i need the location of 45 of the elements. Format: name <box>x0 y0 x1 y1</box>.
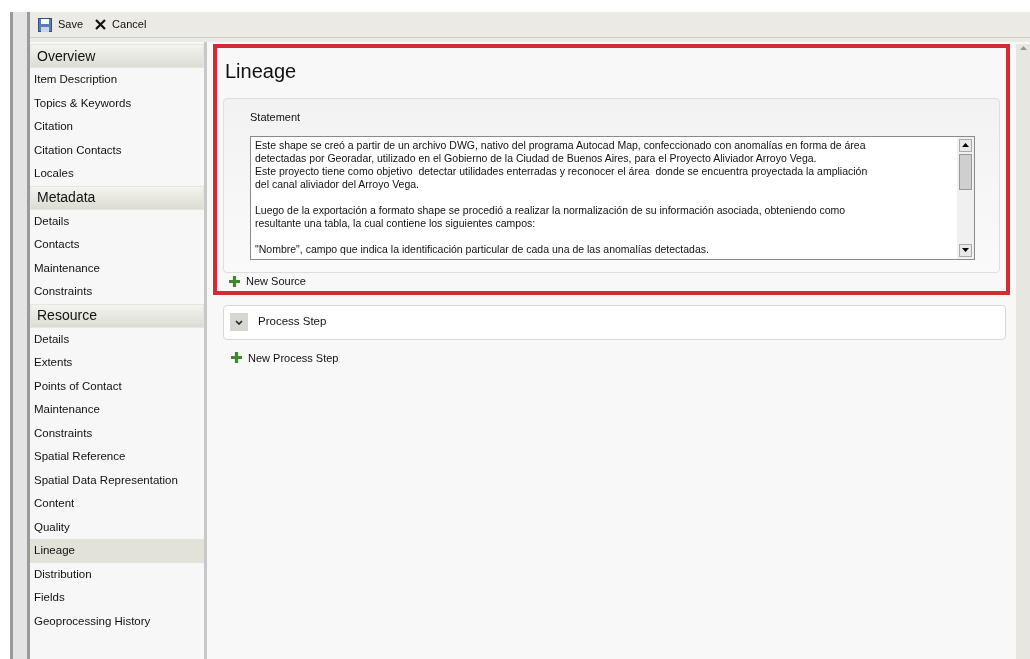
statement-field[interactable] <box>250 135 975 260</box>
sidebar-item[interactable]: Constraints <box>30 421 204 445</box>
statement-label: Statement <box>250 110 302 125</box>
sidebar-item[interactable]: Spatial Reference <box>30 445 204 469</box>
sidebar-item[interactable]: Item Description <box>30 68 204 92</box>
sidebar-item[interactable]: Locales <box>30 162 204 186</box>
sidebar-item[interactable]: Citation Contacts <box>30 138 204 162</box>
scroll-thumb[interactable] <box>959 153 972 190</box>
sidebar-item[interactable]: Points of Contact <box>30 374 204 398</box>
process-step-panel[interactable]: Process Step <box>223 304 1006 340</box>
page-title: Lineage <box>224 59 298 84</box>
section-header: Overview <box>30 44 204 68</box>
section-header: Metadata <box>30 185 204 210</box>
sidebar-item[interactable]: Details <box>30 209 204 233</box>
sidebar-item[interactable]: Content <box>30 492 204 516</box>
sidebar-item[interactable]: Contacts <box>30 233 204 257</box>
sidebar-item[interactable]: Maintenance <box>30 256 204 280</box>
sidebar-item[interactable]: Citation <box>30 115 204 139</box>
sidebar-item[interactable]: Geoprocessing History <box>30 609 204 633</box>
scrollbar[interactable] <box>957 136 974 259</box>
save-button[interactable]: Save <box>38 16 84 33</box>
sidebar-item[interactable]: Constraints <box>30 280 204 304</box>
process-step-title: Process Step <box>258 314 327 330</box>
sidebar-item[interactable]: Quality <box>30 515 204 539</box>
sidebar-item[interactable]: Fields <box>30 586 204 610</box>
sidebar-item[interactable]: Details <box>30 327 204 351</box>
cancel-button[interactable]: Cancel <box>95 16 147 33</box>
sidebar-item[interactable]: Spatial Data Representation <box>30 468 204 492</box>
new-process-step-link[interactable]: New Process Step <box>231 349 339 366</box>
section-header: Resource <box>30 303 204 328</box>
down-arrow-icon[interactable] <box>962 248 969 252</box>
plus-icon <box>229 276 240 287</box>
close-icon <box>95 19 107 30</box>
new-source-link[interactable]: New Source <box>223 272 306 291</box>
plus-icon <box>231 352 242 364</box>
sidebar-item[interactable]: Extents <box>30 351 204 375</box>
page-scrollbar[interactable] <box>1016 44 1030 659</box>
up-arrow-icon[interactable] <box>962 143 969 147</box>
sidebar-item[interactable]: Distribution <box>30 562 204 586</box>
statement-text: Este shape se creó a partir de un archivo DWG, nativo del programa Autocad Map, confeccionado con anomalías en forma de área detectadas por Georadar, utilizado en el Gobierno de la Ciudad de Buenos Aires, para el Proyecto Aliviador Arroyo Vega. Este proyecto tiene como objetivo detectar utilidades enterradas y reconocer el área donde se encuentra proyectada la ampliación del canal aliviador del Arroyo Vega. Luego de la exportación a formato shape se procedió a realizar la normalización de su información asociada, obteniendo como resultante una tabla, la cual contiene los siguientes campos: "Nombre", campo que indica la identificación particular de cada una de las anomalías detectadas. <box>255 138 869 256</box>
sidebar-item[interactable]: Maintenance <box>30 398 204 422</box>
sidebar-item[interactable]: Lineage <box>30 539 204 563</box>
expand-toggle[interactable] <box>230 313 248 331</box>
sidebar-item[interactable]: Topics & Keywords <box>30 91 204 115</box>
chevron-icon <box>235 319 243 325</box>
